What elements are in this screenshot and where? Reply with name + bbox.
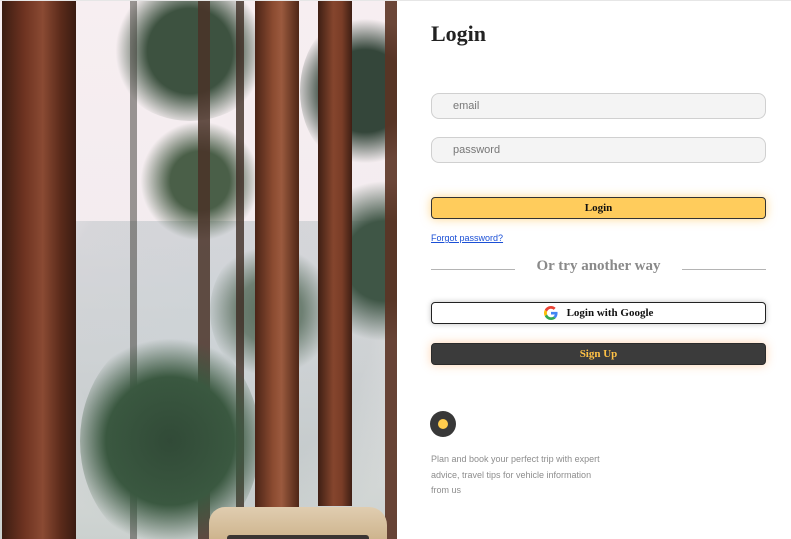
page-title: Login: [431, 21, 487, 46]
brand-logo-icon: [430, 411, 456, 437]
alt-login-divider-text: Or try another way: [536, 258, 661, 274]
divider-line-left: [431, 269, 515, 270]
password-input[interactable]: [431, 137, 766, 163]
tree-trunk: [2, 1, 76, 539]
van-window: [227, 535, 369, 539]
tree-trunk: [385, 1, 397, 539]
divider-line-right: [682, 269, 766, 270]
google-logo-icon: [543, 306, 558, 320]
google-login-button[interactable]: Login with Google: [431, 302, 766, 324]
email-input[interactable]: [431, 93, 766, 119]
signup-button-label: Sign Up: [579, 348, 618, 360]
login-button-label: Login: [584, 202, 613, 214]
forgot-password-link[interactable]: Forgot password?: [431, 233, 503, 243]
google-login-label: Login with Google: [566, 307, 654, 319]
tree-trunk: [255, 1, 299, 511]
hero-forest-image: [0, 1, 397, 539]
login-button[interactable]: Login: [431, 197, 766, 219]
app-frame: Login Login Forgot password? Or try anot…: [0, 0, 791, 539]
tree-trunk: [318, 1, 352, 506]
brand-tagline: Plan and book your perfect trip with exp…: [431, 454, 600, 495]
signup-button[interactable]: Sign Up: [431, 343, 766, 365]
camper-van: [209, 507, 387, 539]
